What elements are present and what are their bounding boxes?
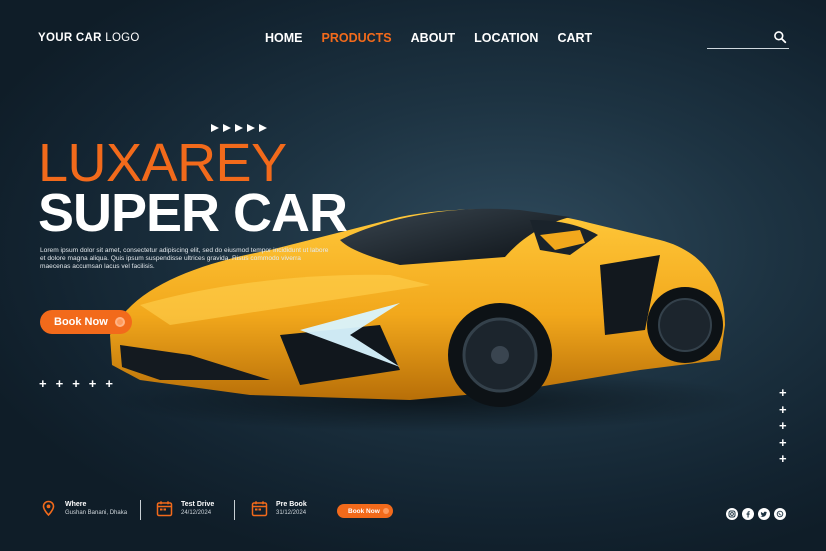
plus-icon: +: [39, 376, 47, 391]
play-arrow-icon: [211, 124, 219, 132]
nav-products[interactable]: PRODUCTS: [322, 31, 392, 45]
divider: [140, 500, 141, 520]
book-now-label: Book Now: [54, 316, 108, 328]
plus-icon: +: [88, 376, 97, 391]
nav-cart[interactable]: CART: [557, 31, 592, 45]
logo-thin-text: LOGO: [101, 32, 140, 44]
where-value: Gushan Banani, Dhaka: [65, 510, 128, 516]
plus-icon: +: [779, 401, 787, 417]
facebook-icon[interactable]: [742, 508, 754, 520]
whatsapp-icon[interactable]: [774, 508, 786, 520]
location-pin-icon: [42, 500, 55, 517]
play-arrow-icon: [223, 124, 231, 132]
info-where: Where Gushan Banani, Dhaka: [40, 500, 127, 518]
test-drive-date: 24/12/2024: [181, 510, 212, 516]
pre-book-date: 31/12/2024: [276, 510, 307, 516]
logo-bold-text: YOUR CAR: [38, 32, 102, 44]
plus-icon: +: [779, 434, 787, 450]
footer-book-now-label: Book Now: [348, 507, 380, 515]
hero-title-line2: SUPER CAR: [38, 183, 348, 243]
main-nav: HOME PRODUCTS ABOUT LOCATION CART: [265, 31, 592, 45]
decorative-arrows: [210, 123, 268, 133]
play-arrow-icon: [247, 124, 255, 132]
book-now-button[interactable]: Book Now: [40, 310, 132, 334]
hero-description: Lorem ipsum dolor sit amet, consectetur …: [40, 247, 329, 271]
play-arrow-icon: [235, 124, 243, 132]
plus-icon: +: [779, 385, 787, 400]
instagram-icon[interactable]: [726, 508, 738, 520]
divider: [234, 500, 235, 520]
twitter-icon[interactable]: [758, 508, 770, 520]
test-drive-label: Test Drive: [181, 501, 215, 508]
button-dot-icon: [383, 508, 389, 514]
calendar-icon: [156, 501, 173, 517]
plus-icon: +: [72, 376, 80, 391]
plus-icon: +: [779, 451, 787, 466]
nav-location[interactable]: LOCATION: [474, 31, 538, 45]
play-arrow-icon: [259, 124, 267, 132]
decorative-plus-column: + + + + +: [779, 385, 787, 467]
search-icon[interactable]: [773, 30, 787, 44]
pre-book-label: Pre Book: [276, 501, 307, 508]
calendar-icon: [251, 501, 268, 517]
where-label: Where: [65, 501, 87, 508]
footer-book-now-button[interactable]: Book Now: [337, 504, 393, 518]
info-pre-book: Pre Book 31/12/2024: [251, 500, 307, 518]
decorative-plus-row: + + + + +: [39, 376, 113, 391]
plus-icon: +: [105, 376, 113, 391]
button-dot-icon: [115, 317, 125, 327]
social-links: [726, 508, 786, 520]
nav-about[interactable]: ABOUT: [411, 31, 455, 45]
search-box: [707, 28, 789, 49]
plus-icon: +: [55, 376, 64, 391]
search-input[interactable]: [707, 28, 773, 48]
plus-icon: +: [779, 418, 787, 433]
site-logo[interactable]: YOUR CAR LOGO: [38, 32, 140, 44]
nav-home[interactable]: HOME: [265, 31, 303, 45]
info-test-drive: Test Drive 24/12/2024: [156, 500, 214, 518]
